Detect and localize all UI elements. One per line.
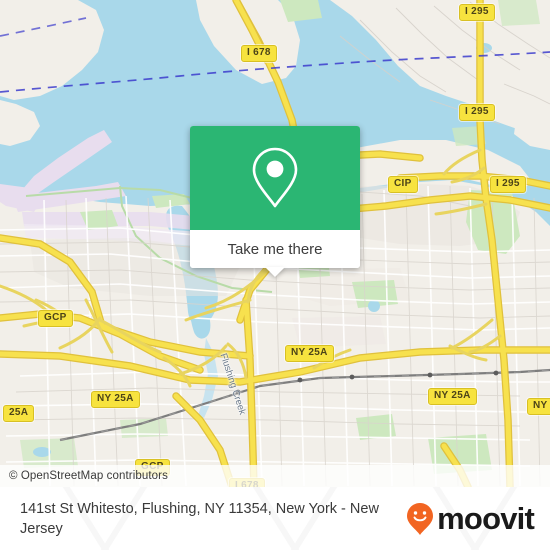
cta-icon-area: [190, 126, 360, 230]
road-shield: I 295: [459, 4, 495, 21]
moovit-wordmark: moovit: [437, 501, 535, 536]
road-shield: I 295: [459, 104, 495, 121]
map-result-page: I 295 I 678 I 295 CIP I 295 GCP NY 25A NY 25A NY…: [0, 0, 550, 550]
footer-bar: 141st St Whitesto, Flushing, NY 11354, N…: [0, 487, 550, 550]
road-shield: CIP: [388, 176, 418, 193]
road-shield: NY 25A: [428, 388, 477, 405]
road-shield: GCP: [38, 310, 73, 327]
road-shield: 25A: [3, 405, 35, 422]
map-pin-icon: [252, 147, 298, 208]
moovit-logo[interactable]: moovit: [406, 501, 535, 536]
cta-pointer-tail: [265, 267, 285, 277]
take-me-there-card[interactable]: Take me there: [190, 126, 360, 277]
cta-label: Take me there: [227, 240, 323, 258]
road-shield: I 295: [490, 176, 526, 193]
road-shield: NY 25A: [91, 391, 140, 408]
osm-attribution-text[interactable]: © OpenStreetMap contributors: [0, 470, 168, 482]
result-address: 141st St Whitesto, Flushing, NY 11354, N…: [20, 500, 379, 537]
road-shield: NY: [527, 398, 550, 415]
moovit-smiley-pin-icon: [407, 502, 434, 535]
road-shield: NY 25A: [285, 345, 334, 362]
road-shield: I 678: [241, 45, 277, 62]
cta-label-area[interactable]: Take me there: [190, 230, 360, 277]
osm-attribution-bar: © OpenStreetMap contributors: [0, 465, 550, 487]
